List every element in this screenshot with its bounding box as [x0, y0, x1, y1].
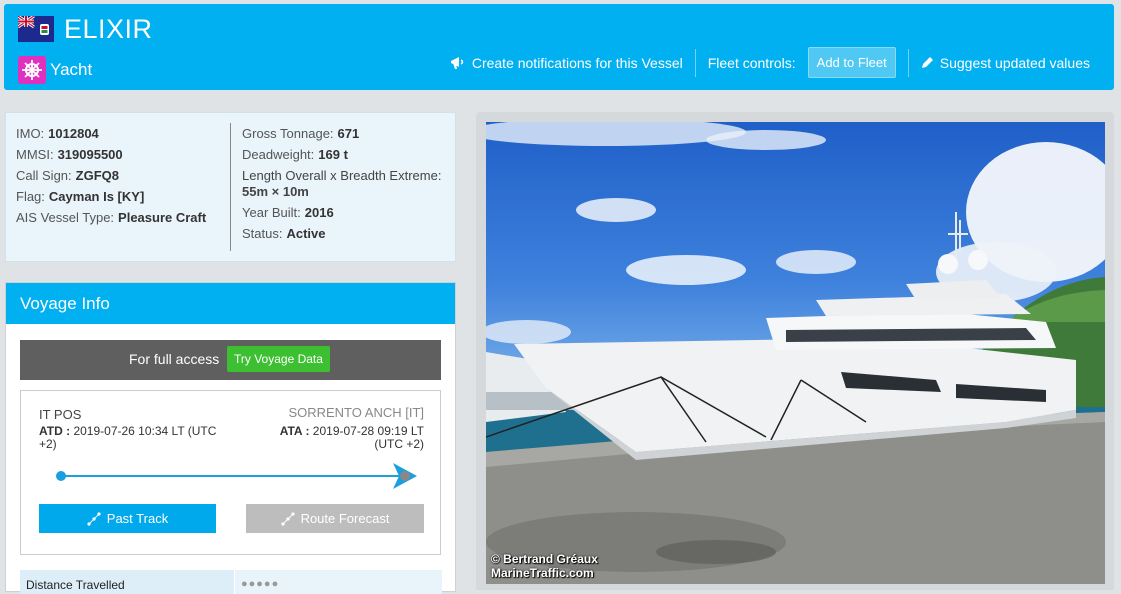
flag-value: Cayman Is [KY] [48, 189, 145, 204]
ais-type-label: AIS Vessel Type: [16, 210, 115, 225]
yacht-wheel-icon [18, 56, 46, 84]
dimensions-label: Length Overall x Breadth Extreme: [242, 168, 442, 183]
past-track-label: Past Track [106, 511, 169, 526]
divider [907, 48, 909, 77]
full-access-bar: For full access Try Voyage Data [20, 340, 441, 380]
mmsi-value: 319095500 [57, 147, 123, 162]
divider [694, 48, 696, 77]
header-actions: Create notifications for this Vessel Fle… [440, 47, 1100, 78]
flag-row: Flag: Cayman Is [KY] [16, 186, 221, 207]
ais-type-value: Pleasure Craft [118, 210, 207, 225]
photo-credit-author: © Bertrand Gréaux [491, 552, 598, 566]
pencil-icon [921, 57, 933, 68]
year-built-value: 2016 [304, 205, 334, 220]
track-icon [280, 511, 295, 526]
create-notifications-label: Create notifications for this Vessel [471, 54, 683, 71]
vessel-particulars: IMO: 1012804 MMSI: 319095500 Call Sign: ZGF… [5, 112, 456, 262]
ata-info: ATA : 2019-07-28 09:19 LT (UTC +2) [249, 425, 424, 451]
ata-label: ATA : [279, 424, 310, 438]
gross-tonnage-row: Gross Tonnage: 671 [242, 123, 442, 144]
atd-label: ATD : [39, 424, 71, 438]
vessel-arrow-icon [393, 463, 417, 489]
mmsi-row: MMSI: 319095500 [16, 144, 221, 165]
voyage-info-panel: Voyage Info For full access Try Voyage D… [5, 282, 456, 594]
photo-credit: © Bertrand Gréaux MarineTraffic.com [491, 552, 598, 580]
departure-port[interactable]: IT POS [39, 407, 81, 422]
dimensions-value: 55m × 10m [242, 184, 309, 199]
year-built-row: Year Built: 2016 [242, 202, 442, 223]
try-voyage-data-button[interactable]: Try Voyage Data [227, 346, 330, 372]
divider [230, 123, 231, 251]
vessel-header: ELIXIR Yacht Create notifications for th… [4, 4, 1114, 90]
mmsi-label: MMSI: [16, 147, 54, 162]
route-forecast-button[interactable]: Route Forecast [246, 504, 424, 533]
vessel-photo-panel: © Bertrand Gréaux MarineTraffic.com [476, 112, 1114, 590]
vessel-photo[interactable]: © Bertrand Gréaux MarineTraffic.com [486, 122, 1105, 584]
route-forecast-label: Route Forecast [300, 511, 390, 526]
ais-type-row: AIS Vessel Type: Pleasure Craft [16, 207, 221, 228]
gross-tonnage-value: 671 [337, 126, 360, 141]
route-box: IT POS SORRENTO ANCH [IT] ATD : 2019-07-… [20, 390, 441, 555]
particulars-left: IMO: 1012804 MMSI: 319095500 Call Sign: ZGF… [16, 123, 221, 228]
fleet-controls-label: Fleet controls: [707, 54, 796, 71]
atd-info: ATD : 2019-07-26 10:34 LT (UTC +2) [39, 425, 229, 451]
past-track-button[interactable]: Past Track [39, 504, 216, 533]
distance-travelled-value: ●●●●● [241, 578, 280, 590]
vessel-name: ELIXIR [64, 14, 153, 44]
status-row: Status: Active [242, 223, 442, 244]
distance-travelled-value-cell: ●●●●● [234, 570, 442, 594]
year-built-label: Year Built: [242, 205, 301, 220]
suggest-updated-values-link[interactable]: Suggest updated values [911, 55, 1100, 71]
megaphone-icon [450, 56, 464, 69]
photo-credit-site: MarineTraffic.com [491, 566, 594, 580]
deadweight-row: Deadweight: 169 t [242, 144, 442, 165]
arrival-port[interactable]: SORRENTO ANCH [IT] [288, 405, 424, 420]
deadweight-label: Deadweight: [242, 147, 315, 162]
flag-label: Flag: [16, 189, 45, 204]
status-value: Active [286, 226, 326, 241]
full-access-text: For full access [129, 351, 220, 367]
cayman-islands-flag-icon [18, 16, 54, 42]
voyage-info-title: Voyage Info [6, 283, 455, 324]
deadweight-value: 169 t [318, 147, 348, 162]
gross-tonnage-label: Gross Tonnage: [242, 126, 334, 141]
add-to-fleet-button[interactable]: Add to Fleet [807, 47, 896, 78]
call-sign-value: ZGFQ8 [75, 168, 119, 183]
distance-travelled-row: Distance Travelled ●●●●● [20, 570, 442, 594]
create-notifications-link[interactable]: Create notifications for this Vessel [440, 55, 693, 71]
yacht-photo-illustration [486, 122, 1105, 584]
call-sign-row: Call Sign: ZGFQ8 [16, 165, 221, 186]
call-sign-label: Call Sign: [16, 168, 72, 183]
particulars-right: Gross Tonnage: 671 Deadweight: 169 t Lengt… [242, 123, 442, 244]
status-label: Status: [242, 226, 283, 241]
track-icon [87, 511, 101, 526]
departure-dot [56, 471, 66, 481]
imo-row: IMO: 1012804 [16, 123, 221, 144]
ata-value: 2019-07-28 09:19 LT (UTC +2) [312, 424, 424, 451]
suggest-updated-values-label: Suggest updated values [939, 54, 1090, 71]
imo-label: IMO: [16, 126, 45, 141]
vessel-type: Yacht [50, 60, 93, 79]
voyage-progress-line [61, 475, 401, 477]
imo-value: 1012804 [48, 126, 99, 141]
